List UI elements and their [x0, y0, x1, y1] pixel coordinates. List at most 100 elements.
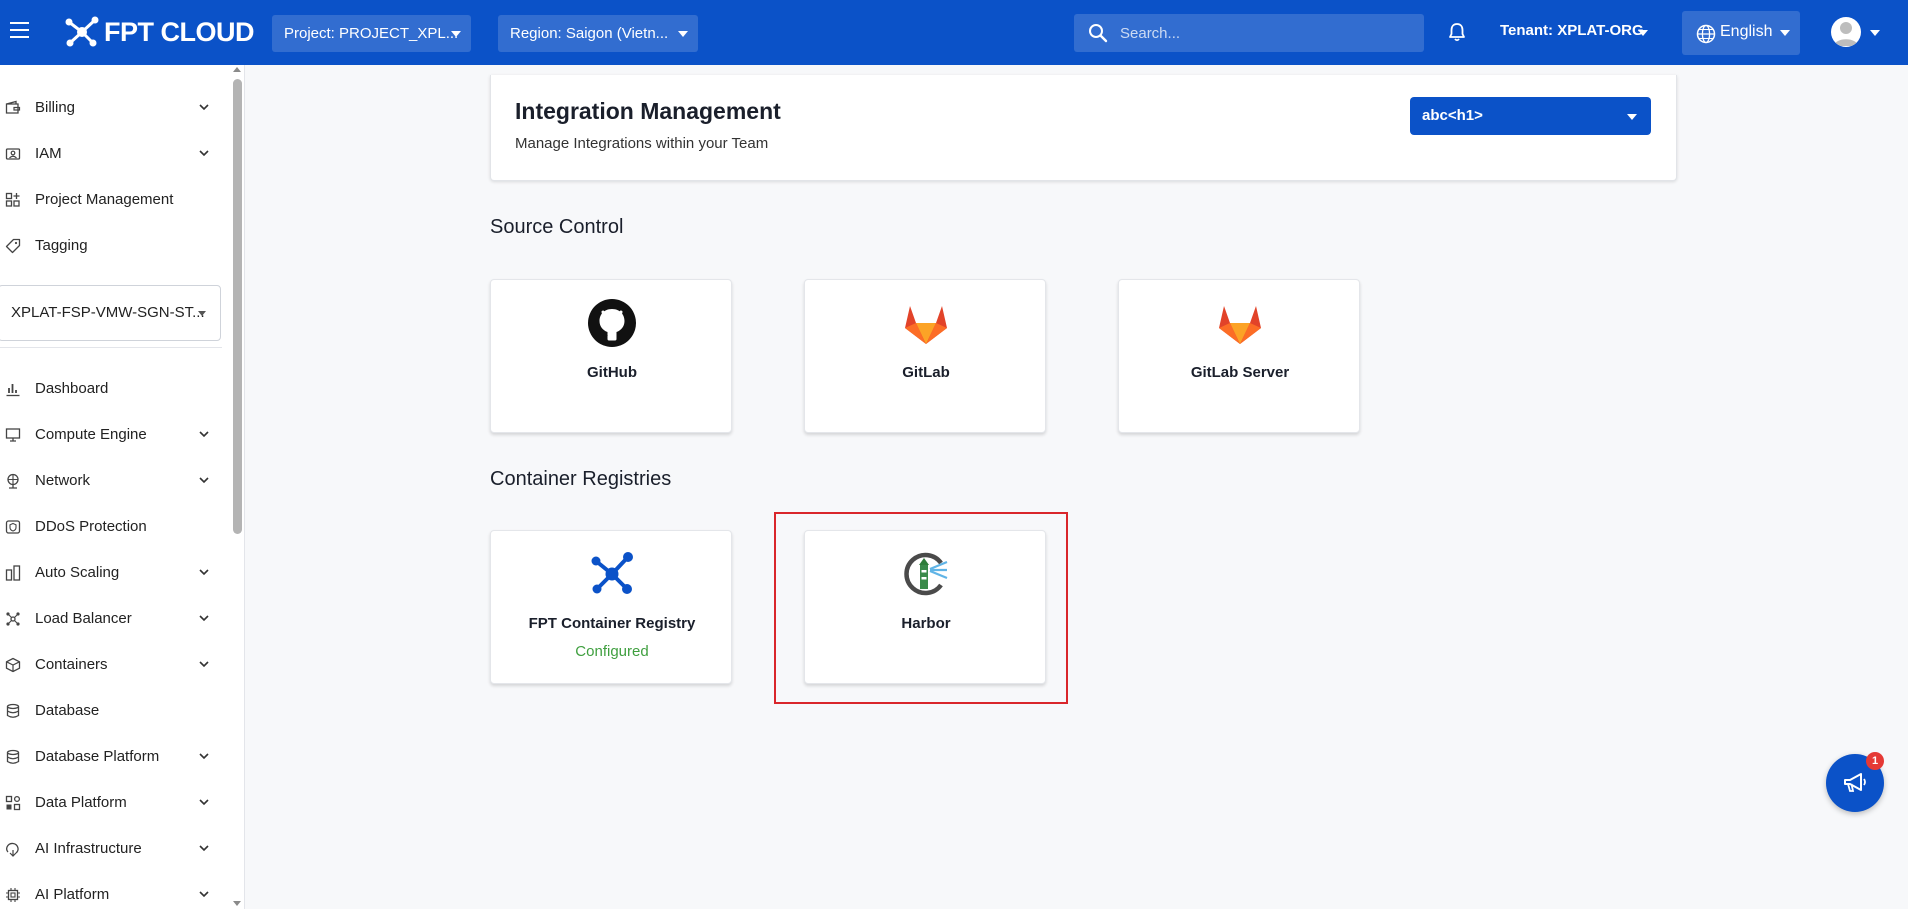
chevron-down-icon: [199, 104, 209, 111]
notification-badge: 1: [1866, 752, 1884, 770]
integration-card-gitlab[interactable]: GitLab: [804, 279, 1046, 433]
cube-icon: [5, 657, 21, 673]
top-bar: FPT CLOUD Project: PROJECT_XPL... Region…: [0, 0, 1908, 65]
sidebar-item-ai-infrastructure[interactable]: AI Infrastructure: [0, 829, 228, 869]
fpt-logo-icon: [65, 16, 99, 47]
search-input[interactable]: [1120, 24, 1400, 42]
sidebar-item-dashboard[interactable]: Dashboard: [0, 369, 228, 409]
sidebar-item-database[interactable]: Database: [0, 691, 228, 731]
bar-chart-icon: [6, 384, 20, 397]
chevron-down-icon: [1780, 30, 1790, 36]
integration-name: GitLab: [902, 364, 950, 381]
user-avatar[interactable]: [1831, 17, 1861, 47]
monitor-icon: [5, 428, 21, 442]
github-icon: [588, 299, 636, 347]
section-title-source-control: Source Control: [490, 216, 624, 238]
chevron-down-icon: [199, 753, 209, 760]
chevron-down-icon[interactable]: [1870, 30, 1880, 36]
chevron-down-icon: [199, 661, 209, 668]
sidebar-item-label: Data Platform: [35, 794, 127, 811]
id-card-icon: [5, 148, 21, 160]
sidebar-item-label: Containers: [35, 656, 108, 673]
scroll-down-arrow-icon[interactable]: [233, 901, 241, 906]
selection-highlight-box: [774, 512, 1068, 704]
sidebar-divider: [0, 347, 222, 348]
sidebar-item-label: Network: [35, 472, 91, 489]
sidebar-item-label: Billing: [35, 99, 76, 116]
ai-infrastructure-icon: [6, 842, 19, 857]
sidebar-item-label: Compute Engine: [35, 426, 147, 443]
chevron-down-icon: [198, 311, 206, 316]
megaphone-icon: [1844, 773, 1866, 792]
brand-name: FPT CLOUD: [104, 16, 255, 47]
page-subtitle: Manage Integrations within your Team: [515, 135, 769, 152]
grid-plus-icon: [5, 192, 20, 207]
integration-name: GitLab Server: [1190, 364, 1290, 381]
search-box[interactable]: [1074, 14, 1424, 52]
sidebar-item-data-platform[interactable]: Data Platform: [0, 783, 228, 823]
integration-card-gitlab-server[interactable]: GitLab Server: [1118, 279, 1360, 433]
search-icon: [1089, 24, 1108, 43]
sidebar-item-label: AI Infrastructure: [35, 840, 142, 857]
integration-status: Configured: [575, 643, 649, 660]
chevron-down-icon: [199, 477, 209, 484]
chevron-down-icon: [199, 799, 209, 806]
scroll-up-arrow-icon[interactable]: [233, 67, 241, 72]
chevron-down-icon[interactable]: [1638, 30, 1648, 36]
language-dropdown[interactable]: English: [1682, 11, 1800, 55]
gitlab-server-icon: [1219, 306, 1261, 344]
tag-icon: [5, 238, 21, 254]
sidebar-item-label: Dashboard: [35, 380, 109, 397]
chevron-down-icon: [199, 891, 209, 898]
sidebar-item-label: Project Management: [35, 191, 174, 208]
shield-lock-icon: [5, 520, 21, 534]
sidebar-item-label: Tagging: [35, 237, 88, 254]
sidebar-scroll-thumb[interactable]: [233, 79, 242, 534]
integration-name: FPT Container Registry: [528, 615, 696, 632]
project-select[interactable]: XPLAT-FSP-VMW-SGN-ST...: [0, 285, 221, 341]
chevron-down-icon: [199, 569, 209, 576]
region-dropdown-label: Region: Saigon (Vietn...: [510, 25, 669, 42]
language-label: English: [1720, 23, 1773, 40]
chevron-down-icon: [199, 431, 209, 438]
bell-icon[interactable]: [1446, 21, 1468, 43]
sidebar-item-label: Database: [35, 702, 100, 719]
sidebar-item-label: Database Platform: [35, 748, 160, 765]
region-dropdown[interactable]: Region: Saigon (Vietn...: [498, 15, 698, 52]
sidebar-item-label: DDoS Protection: [35, 518, 147, 535]
menu-icon[interactable]: [10, 22, 30, 42]
integration-card-github[interactable]: GitHub: [490, 279, 732, 433]
sidebar: Billing IAM Project Management Tagging X…: [0, 65, 245, 909]
chip-icon: [6, 888, 20, 902]
sidebar-item-compute-engine[interactable]: Compute Engine: [0, 415, 228, 455]
project-dropdown-label: Project: PROJECT_XPL...: [284, 25, 459, 42]
tenant-dropdown[interactable]: Tenant: XPLAT-ORG: [1500, 22, 1644, 39]
integration-card-fpt-container-registry[interactable]: FPT Container Registry Configured: [490, 530, 732, 684]
sidebar-item-label: IAM: [35, 145, 62, 162]
project-dropdown[interactable]: Project: PROJECT_XPL...: [272, 15, 471, 52]
team-select[interactable]: abc<h1>: [1410, 97, 1651, 135]
sidebar-item-auto-scaling[interactable]: Auto Scaling: [0, 553, 228, 593]
wallet-icon: [5, 100, 21, 114]
section-title-container-registries: Container Registries: [490, 468, 672, 490]
sidebar-item-network[interactable]: Network: [0, 461, 228, 501]
load-balancer-icon: [6, 612, 20, 626]
page-title: Integration Management: [515, 98, 781, 124]
sidebar-item-project-management[interactable]: Project Management: [0, 180, 228, 220]
chevron-down-icon: [199, 845, 209, 852]
sidebar-item-iam[interactable]: IAM: [0, 134, 228, 174]
sidebar-item-ai-platform[interactable]: AI Platform: [0, 875, 228, 909]
sidebar-item-containers[interactable]: Containers: [0, 645, 228, 685]
sidebar-item-database-platform[interactable]: Database Platform: [0, 737, 228, 777]
fpt-registry-icon: [591, 552, 633, 594]
sidebar-item-load-balancer[interactable]: Load Balancer: [0, 599, 228, 639]
brand-logo[interactable]: FPT CLOUD: [62, 15, 255, 49]
servers-icon: [5, 565, 21, 581]
sidebar-item-tagging[interactable]: Tagging: [0, 226, 228, 266]
chevron-down-icon: [199, 615, 209, 622]
database-icon: [6, 749, 20, 764]
chevron-down-icon: [199, 150, 209, 157]
chevron-down-icon: [1627, 114, 1637, 120]
sidebar-item-billing[interactable]: Billing: [0, 88, 228, 128]
sidebar-item-ddos-protection[interactable]: DDoS Protection: [0, 507, 228, 547]
